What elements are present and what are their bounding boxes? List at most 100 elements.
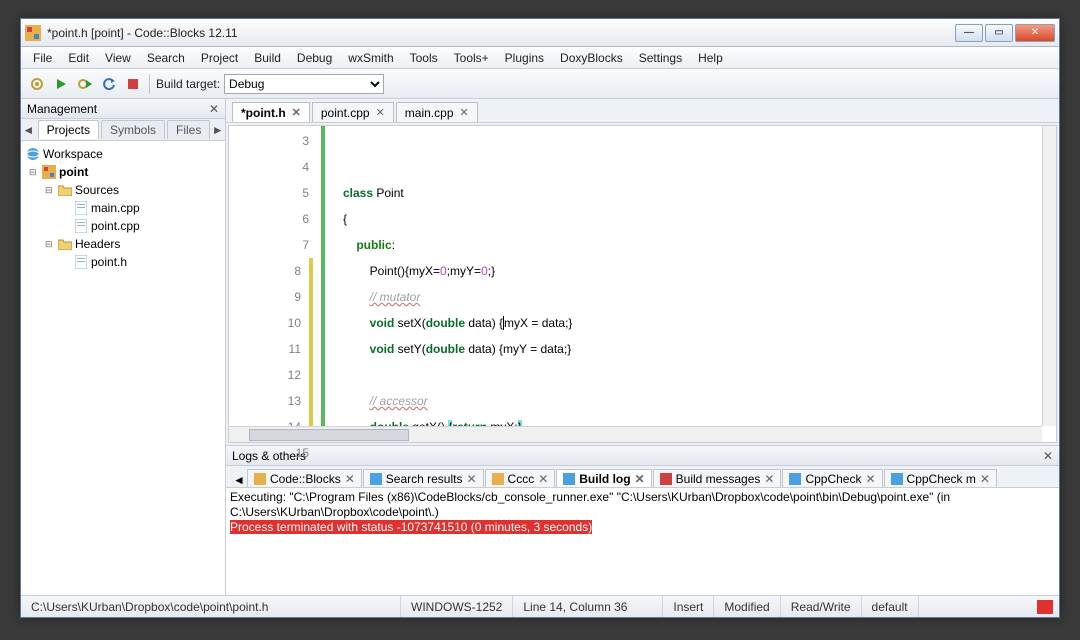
editor-tab[interactable]: *point.h✕ [232,102,310,122]
tab-symbols[interactable]: Symbols [101,120,165,139]
menu-wxsmith[interactable]: wxSmith [340,49,401,67]
menu-plugins[interactable]: Plugins [497,49,552,67]
app-icon [25,25,41,41]
menu-settings[interactable]: Settings [631,49,690,67]
horizontal-scrollbar[interactable] [229,426,1042,442]
code-editor[interactable]: 3456789101112131415 class Point{ public:… [228,125,1057,443]
log-tab[interactable]: Search results✕ [363,469,484,487]
tree-file[interactable]: point.h [25,253,221,271]
close-tab-icon[interactable]: ✕ [764,472,774,486]
separator [149,74,150,94]
management-title[interactable]: Management ✕ [21,99,225,119]
build-target-select[interactable]: Debug [224,74,384,94]
tab-icon [789,473,801,485]
minimize-button[interactable]: — [955,24,983,42]
scroll-thumb[interactable] [249,429,409,441]
close-icon[interactable]: ✕ [1043,449,1053,463]
menu-help[interactable]: Help [690,49,731,67]
tab-icon [370,473,382,485]
gear-icon[interactable] [27,74,47,94]
build-run-icon[interactable] [75,74,95,94]
tree-workspace[interactable]: Workspace [25,145,221,163]
menu-project[interactable]: Project [193,49,246,67]
menu-debug[interactable]: Debug [289,49,340,67]
menu-view[interactable]: View [97,49,139,67]
menu-file[interactable]: File [25,49,60,67]
titlebar[interactable]: *point.h [point] - Code::Blocks 12.11 — … [21,19,1059,47]
menu-search[interactable]: Search [139,49,193,67]
toolbar: Build target: Debug [21,69,1059,99]
log-tab[interactable]: Build log✕ [556,469,651,487]
tree-headers[interactable]: ⊟Headers [25,235,221,253]
log-tab[interactable]: CppCheck m✕ [884,469,997,487]
close-tab-icon[interactable]: ✕ [980,472,990,486]
status-encoding: WINDOWS-1252 [401,596,513,617]
vertical-scrollbar[interactable] [1042,126,1056,426]
collapse-icon[interactable]: ⊟ [45,239,57,250]
file-icon [73,219,89,233]
log-tab[interactable]: Build messages✕ [653,469,782,487]
stop-icon[interactable] [123,74,143,94]
menu-build[interactable]: Build [246,49,289,67]
file-icon [73,201,89,215]
scroll-left-icon[interactable]: ◄ [232,473,246,487]
tree-project[interactable]: ⊟point [25,163,221,181]
menu-doxyblocks[interactable]: DoxyBlocks [552,49,631,67]
build-target-label: Build target: [156,77,220,91]
close-tab-icon[interactable]: ✕ [292,106,301,119]
close-tab-icon[interactable]: ✕ [635,472,645,486]
menu-tools+[interactable]: Tools+ [446,49,497,67]
logs-panel: Logs & others ✕ ◄ Code::Blocks✕Search re… [226,445,1059,595]
close-tab-icon[interactable]: ✕ [538,472,548,486]
management-tabs: ◄ Projects Symbols Files ► [21,119,225,141]
status-path: C:\Users\KUrban\Dropbox\code\point\point… [21,596,401,617]
log-tab[interactable]: CppCheck✕ [782,469,882,487]
window-title: *point.h [point] - Code::Blocks 12.11 [47,26,955,40]
tab-projects[interactable]: Projects [38,120,99,139]
scroll-left-icon[interactable]: ◄ [21,123,36,137]
collapse-icon[interactable]: ⊟ [45,185,57,196]
log-output[interactable]: Executing: "C:\Program Files (x86)\CodeB… [226,488,1059,595]
project-tree[interactable]: Workspace ⊟point ⊟Sources main.cpp point… [21,141,225,595]
collapse-icon[interactable]: ⊟ [29,167,41,178]
tree-file[interactable]: point.cpp [25,217,221,235]
tab-icon [891,473,903,485]
run-icon[interactable] [51,74,71,94]
management-panel: Management ✕ ◄ Projects Symbols Files ► … [21,99,226,595]
tree-file[interactable]: main.cpp [25,199,221,217]
editor-tabs: *point.h✕point.cpp✕main.cpp✕ [226,99,1059,123]
tab-files[interactable]: Files [167,120,210,139]
app-window: *point.h [point] - Code::Blocks 12.11 — … [20,18,1060,618]
status-position: Line 14, Column 36 [513,596,663,617]
tab-icon [660,473,672,485]
tab-icon [254,473,266,485]
log-tab[interactable]: Cccc✕ [485,469,556,487]
scroll-right-icon[interactable]: ► [210,123,225,137]
close-tab-icon[interactable]: ✕ [865,472,875,486]
status-readwrite: Read/Write [781,596,862,617]
folder-open-icon [57,237,73,251]
status-profile: default [862,596,919,617]
editor-tab[interactable]: point.cpp✕ [312,102,394,122]
tree-sources[interactable]: ⊟Sources [25,181,221,199]
close-button[interactable]: ✕ [1015,24,1055,42]
folder-open-icon [57,183,73,197]
project-icon [41,165,57,179]
menu-tools[interactable]: Tools [402,49,446,67]
editor-tab[interactable]: main.cpp✕ [396,102,478,122]
close-tab-icon[interactable]: ✕ [376,106,385,119]
close-tab-icon[interactable]: ✕ [466,472,476,486]
tab-icon [563,473,575,485]
close-icon[interactable]: ✕ [209,102,219,116]
maximize-button[interactable]: ▭ [985,24,1013,42]
menubar: FileEditViewSearchProjectBuildDebugwxSmi… [21,47,1059,69]
close-tab-icon[interactable]: ✕ [460,106,469,119]
code-content[interactable]: class Point{ public: Point(){myX=0;myY=0… [325,126,1056,442]
close-tab-icon[interactable]: ✕ [345,472,355,486]
log-tab[interactable]: Code::Blocks✕ [247,469,362,487]
logs-title[interactable]: Logs & others ✕ [226,446,1059,466]
tab-icon [492,473,504,485]
error-flag-icon[interactable] [1037,600,1053,614]
rebuild-icon[interactable] [99,74,119,94]
menu-edit[interactable]: Edit [60,49,97,67]
